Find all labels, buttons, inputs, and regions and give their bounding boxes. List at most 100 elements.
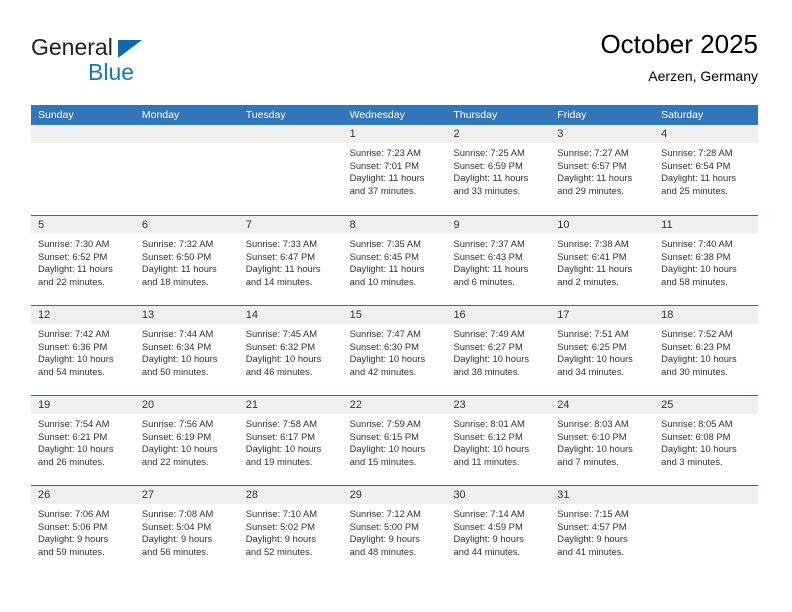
calendar-day-cell[interactable]: 24 Sunrise: 8:03 AM Sunset: 6:10 PM Dayligh… [550,396,655,485]
daylight-text-line1: Daylight: 10 hours [245,353,322,365]
calendar-day-cell[interactable]: 8 Sunrise: 7:35 AM Sunset: 6:45 PM Daylight… [342,216,447,305]
daylight-text-line2: and 37 minutes. [349,184,417,196]
sunrise-text: Sunrise: 7:27 AM [557,147,629,158]
daylight-text-line2: and 50 minutes. [141,365,209,377]
daylight-text-line2: and 54 minutes. [38,365,105,377]
day-number: 25 [654,396,759,414]
sunset-text: Sunset: 6:38 PM [661,250,731,262]
daylight-text-line2: and 11 minutes. [453,455,520,467]
calendar-day-cell[interactable]: 23 Sunrise: 8:01 AM Sunset: 6:12 PM Dayligh… [446,396,551,485]
daylight-text-line1: Daylight: 10 hours [557,353,633,365]
calendar-day-cell[interactable]: 21 Sunrise: 7:58 AM Sunset: 6:17 PM Dayligh… [238,396,343,485]
sunset-text: Sunset: 4:57 PM [557,520,627,532]
day-details: Sunrise: 7:40 AM Sunset: 6:38 PM Daylight:… [654,234,758,288]
calendar-day-cell[interactable]: 18 Sunrise: 7:52 AM Sunset: 6:23 PM Dayligh… [654,306,759,395]
day-details: Sunrise: 7:38 AM Sunset: 6:41 PM Daylight:… [550,234,654,288]
logo-triangle-icon [118,40,142,58]
calendar-day-cell[interactable]: 3 Sunrise: 7:27 AM Sunset: 6:57 PM Daylight… [550,125,655,215]
calendar-grid: Sunday Monday Tuesday Wednesday Thursday Frid… [31,105,759,575]
daylight-text-line2: and 15 minutes. [349,455,417,467]
logo-text-blue: Blue [88,59,135,85]
sunrise-text: Sunrise: 8:01 AM [453,418,525,429]
day-number: 29 [342,486,447,504]
calendar-day-cell[interactable]: 25 Sunrise: 8:05 AM Sunset: 6:08 PM Dayligh… [654,396,759,485]
calendar-day-cell[interactable]: 7 Sunrise: 7:33 AM Sunset: 6:47 PM Daylight… [238,216,343,305]
daylight-text-line2: and 19 minutes. [245,455,313,467]
day-number: 18 [654,306,759,324]
day-number: 5 [31,216,135,234]
calendar-day-cell-empty [654,486,759,575]
sunset-text: Sunset: 6:27 PM [453,340,523,352]
sunrise-text: Sunrise: 8:05 AM [661,418,733,429]
calendar-day-cell[interactable]: 30 Sunrise: 7:14 AM Sunset: 4:59 PM Dayligh… [446,486,551,575]
day-number: 7 [238,216,343,234]
calendar-day-cell[interactable]: 6 Sunrise: 7:32 AM Sunset: 6:50 PM Daylight… [134,216,239,305]
day-details: Sunrise: 7:49 AM Sunset: 6:27 PM Daylight:… [446,324,550,378]
day-details: Sunrise: 7:54 AM Sunset: 6:21 PM Daylight:… [31,414,135,468]
sunrise-text: Sunrise: 8:03 AM [557,418,629,429]
day-number: 9 [446,216,551,234]
day-details: Sunrise: 7:33 AM Sunset: 6:47 PM Daylight:… [239,234,343,288]
daylight-text-line2: and 30 minutes. [661,365,728,377]
sunrise-text: Sunrise: 7:25 AM [453,147,525,158]
daylight-text-line2: and 41 minutes. [557,545,625,557]
calendar-day-cell[interactable]: 22 Sunrise: 7:59 AM Sunset: 6:15 PM Dayligh… [342,396,447,485]
daylight-text-line1: Daylight: 9 hours [245,533,317,545]
calendar-day-cell[interactable]: 2 Sunrise: 7:25 AM Sunset: 6:59 PM Daylight… [446,125,551,215]
day-number: 6 [134,216,239,234]
daylight-text-line1: Daylight: 10 hours [38,353,114,365]
day-number [654,486,759,504]
day-details: Sunrise: 7:28 AM Sunset: 6:54 PM Daylight:… [654,143,758,197]
calendar-day-cell[interactable]: 5 Sunrise: 7:30 AM Sunset: 6:52 PM Daylight… [31,216,135,305]
calendar-day-cell[interactable]: 12 Sunrise: 7:42 AM Sunset: 6:36 PM Dayligh… [31,306,135,395]
calendar-day-cell[interactable]: 10 Sunrise: 7:38 AM Sunset: 6:41 PM Dayligh… [550,216,655,305]
calendar-day-cell-empty [31,125,135,215]
calendar-day-cell[interactable]: 19 Sunrise: 7:54 AM Sunset: 6:21 PM Dayligh… [31,396,135,485]
calendar-day-cell[interactable]: 20 Sunrise: 7:56 AM Sunset: 6:19 PM Dayligh… [134,396,239,485]
calendar-day-cell[interactable]: 15 Sunrise: 7:47 AM Sunset: 6:30 PM Dayligh… [342,306,447,395]
sunrise-text: Sunrise: 7:14 AM [453,508,525,519]
calendar-day-cell[interactable]: 29 Sunrise: 7:12 AM Sunset: 5:00 PM Dayligh… [342,486,447,575]
calendar-day-cell[interactable]: 14 Sunrise: 7:45 AM Sunset: 6:32 PM Dayligh… [238,306,343,395]
calendar-day-cell[interactable]: 31 Sunrise: 7:15 AM Sunset: 4:57 PM Dayligh… [550,486,655,575]
day-details: Sunrise: 7:42 AM Sunset: 6:36 PM Daylight:… [31,324,135,378]
calendar-day-cell[interactable]: 13 Sunrise: 7:44 AM Sunset: 6:34 PM Dayligh… [134,306,239,395]
daylight-text-line2: and 42 minutes. [349,365,417,377]
day-details: Sunrise: 7:25 AM Sunset: 6:59 PM Daylight:… [446,143,550,197]
daylight-text-line1: Daylight: 11 hours [557,172,633,184]
calendar-day-cell[interactable]: 17 Sunrise: 7:51 AM Sunset: 6:25 PM Dayligh… [550,306,655,395]
daylight-text-line2: and 25 minutes. [661,184,728,196]
sunset-text: Sunset: 6:45 PM [349,250,419,262]
day-details: Sunrise: 7:37 AM Sunset: 6:43 PM Daylight:… [446,234,550,288]
day-details: Sunrise: 7:58 AM Sunset: 6:17 PM Daylight:… [239,414,343,468]
calendar-day-cell[interactable]: 9 Sunrise: 7:37 AM Sunset: 6:43 PM Daylight… [446,216,551,305]
sunrise-text: Sunrise: 7:37 AM [453,238,525,249]
sunrise-text: Sunrise: 7:54 AM [38,418,110,429]
daylight-text-line2: and 29 minutes. [557,184,625,196]
sunrise-text: Sunrise: 7:40 AM [661,238,733,249]
sunset-text: Sunset: 6:23 PM [661,340,731,352]
daylight-text-line2: and 59 minutes. [38,545,105,557]
daylight-text-line2: and 38 minutes. [453,365,521,377]
weekday-header-sunday: Sunday [38,109,74,121]
calendar-day-cell[interactable]: 28 Sunrise: 7:10 AM Sunset: 5:02 PM Dayligh… [238,486,343,575]
sunrise-text: Sunrise: 7:58 AM [245,418,318,429]
day-details: Sunrise: 7:08 AM Sunset: 5:04 PM Daylight:… [135,504,239,558]
daylight-text-line1: Daylight: 11 hours [557,263,633,275]
daylight-text-line1: Daylight: 10 hours [661,263,737,275]
calendar-day-cell[interactable]: 16 Sunrise: 7:49 AM Sunset: 6:27 PM Dayligh… [446,306,551,395]
calendar-day-cell[interactable]: 4 Sunrise: 7:28 AM Sunset: 6:54 PM Daylight… [654,125,759,215]
daylight-text-line2: and 6 minutes. [453,275,515,287]
sunset-text: Sunset: 5:06 PM [38,520,108,532]
weekday-header-wednesday: Wednesday [349,109,405,121]
calendar-day-cell[interactable]: 11 Sunrise: 7:40 AM Sunset: 6:38 PM Dayligh… [654,216,759,305]
sunset-text: Sunset: 4:59 PM [453,520,523,532]
daylight-text-line2: and 3 minutes. [661,455,723,467]
daylight-text-line1: Daylight: 10 hours [453,353,530,365]
daylight-text-line2: and 48 minutes. [349,545,417,557]
calendar-day-cell[interactable]: 27 Sunrise: 7:08 AM Sunset: 5:04 PM Dayligh… [134,486,239,575]
sunset-text: Sunset: 6:10 PM [557,430,627,442]
sunset-text: Sunset: 6:34 PM [141,340,212,352]
calendar-day-cell[interactable]: 26 Sunrise: 7:06 AM Sunset: 5:06 PM Dayligh… [31,486,135,575]
calendar-day-cell[interactable]: 1 Sunrise: 7:23 AM Sunset: 7:01 PM Daylight… [342,125,447,215]
